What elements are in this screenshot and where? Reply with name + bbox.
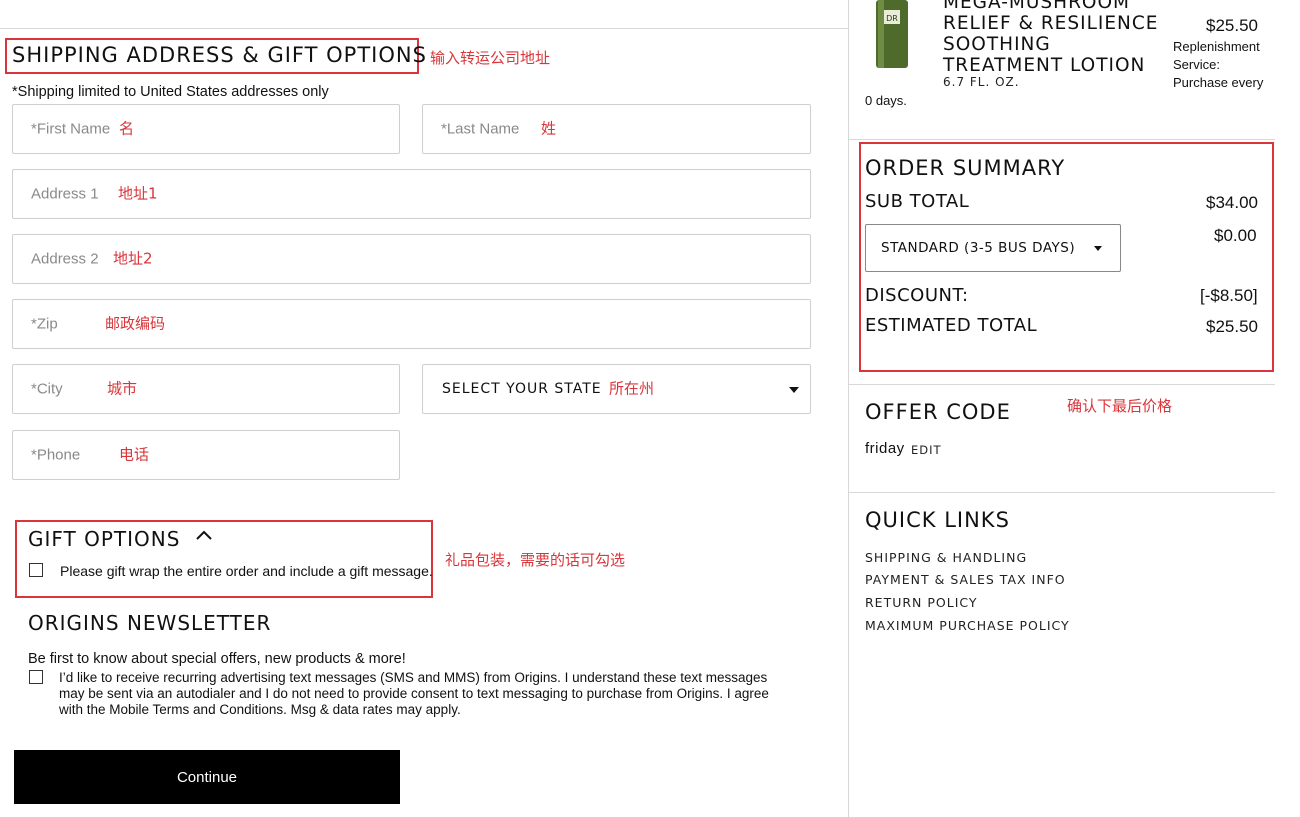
summary-divider [849,384,1275,385]
estimated-total-value: $25.50 [1206,317,1258,336]
address2-field[interactable]: Address 2 地址2 [12,234,811,284]
shipping-method-label: STANDARD (3-5 BUS DAYS) [881,240,1076,256]
shipping-title: SHIPPING ADDRESS & GIFT OPTIONS [12,43,427,67]
sms-consent-line2: may be sent via an autodialer and I do n… [59,686,769,701]
offer-code-title: OFFER CODE [865,400,1011,424]
zip-note: 邮政编码 [105,314,166,333]
gift-wrap-checkbox[interactable] [29,563,43,577]
product-price: $25.50 [1206,16,1258,35]
replenish-line1: Replenishment [1173,39,1260,54]
summary-note: 确认下最后价格 [1067,397,1173,415]
quick-links-title: QUICK LINKS [865,508,1010,532]
column-divider [848,0,849,817]
shipping-method-select[interactable]: STANDARD (3-5 BUS DAYS) [865,224,1121,272]
replenish-line2: Service: [1173,57,1220,72]
estimated-total-label: ESTIMATED TOTAL [865,315,1038,336]
first-name-note: 名 [119,119,135,138]
address2-note: 地址2 [113,249,153,268]
sms-consent-line1: I’d like to receive recurring advertisin… [59,670,768,685]
shipping-cost-value: $0.00 [1214,226,1257,245]
quick-link-return-policy[interactable]: RETURN POLICY [865,595,978,610]
product-divider [849,139,1275,140]
last-name-placeholder: *Last Name [441,120,520,138]
zip-field[interactable]: *Zip 邮政编码 [12,299,811,349]
replenish-line3: Purchase every [1173,75,1264,90]
state-note: 所在州 [609,379,655,398]
phone-note: 电话 [119,445,150,464]
last-name-note: 姓 [541,119,557,138]
top-divider [0,28,848,29]
newsletter-title: ORIGINS NEWSLETTER [28,611,272,635]
city-note: 城市 [107,379,138,398]
product-size: 6.7 FL. OZ. [943,75,1020,89]
address1-note: 地址1 [118,184,158,203]
discount-value: [-$8.50] [1200,286,1258,305]
first-name-placeholder: *First Name [31,120,111,138]
first-name-field[interactable]: *First Name 名 [12,104,400,154]
phone-field[interactable]: *Phone 电话 [12,430,400,480]
shipping-title-note: 输入转运公司地址 [430,49,551,67]
address1-field[interactable]: Address 1 地址1 [12,169,811,219]
offer-code-value: friday [865,440,905,457]
zip-placeholder: *Zip [31,315,58,333]
shipping-restriction: *Shipping limited to United States addre… [12,84,329,100]
quick-link-max-purchase[interactable]: MAXIMUM PURCHASE POLICY [865,618,1070,633]
chevron-down-icon [789,387,799,393]
product-name-line4[interactable]: TREATMENT LOTION [943,55,1145,76]
subtotal-label: SUB TOTAL [865,191,970,212]
replenish-days: 0 days. [865,93,907,108]
phone-placeholder: *Phone [31,446,81,464]
product-image: DR [876,0,908,68]
gift-wrap-label: Please gift wrap the entire order and in… [60,563,433,579]
quick-link-shipping-handling[interactable]: SHIPPING & HANDLING [865,550,1027,565]
sms-consent-checkbox[interactable] [29,670,43,684]
newsletter-intro: Be first to know about special offers, n… [28,651,406,667]
state-select[interactable]: SELECT YOUR STATE 所在州 [422,364,811,414]
discount-label: DISCOUNT: [865,285,969,306]
quick-link-payment-tax[interactable]: PAYMENT & SALES TAX INFO [865,572,1066,587]
city-field[interactable]: *City 城市 [12,364,400,414]
address1-placeholder: Address 1 [31,185,99,203]
address2-placeholder: Address 2 [31,250,99,268]
gift-note: 礼品包装，需要的话可勾选 [445,551,626,569]
product-name-line1[interactable]: MEGA-MUSHROOM [943,0,1130,13]
chevron-up-icon[interactable] [195,529,213,541]
city-placeholder: *City [31,380,63,398]
offer-divider [849,492,1275,493]
gift-options-title[interactable]: GIFT OPTIONS [28,527,180,551]
sms-consent-line3: with the Mobile Terms and Conditions. Ms… [59,702,461,717]
last-name-field[interactable]: *Last Name 姓 [422,104,811,154]
continue-button[interactable]: Continue [14,750,400,804]
chevron-down-icon [1094,246,1102,251]
product-name-line3[interactable]: SOOTHING [943,34,1051,55]
order-summary-title: ORDER SUMMARY [865,156,1066,180]
state-placeholder: SELECT YOUR STATE [442,381,602,397]
offer-code-edit-link[interactable]: EDIT [911,443,942,457]
svg-text:DR: DR [886,14,898,23]
product-name-line2[interactable]: RELIEF & RESILIENCE [943,13,1158,34]
subtotal-value: $34.00 [1206,193,1258,212]
